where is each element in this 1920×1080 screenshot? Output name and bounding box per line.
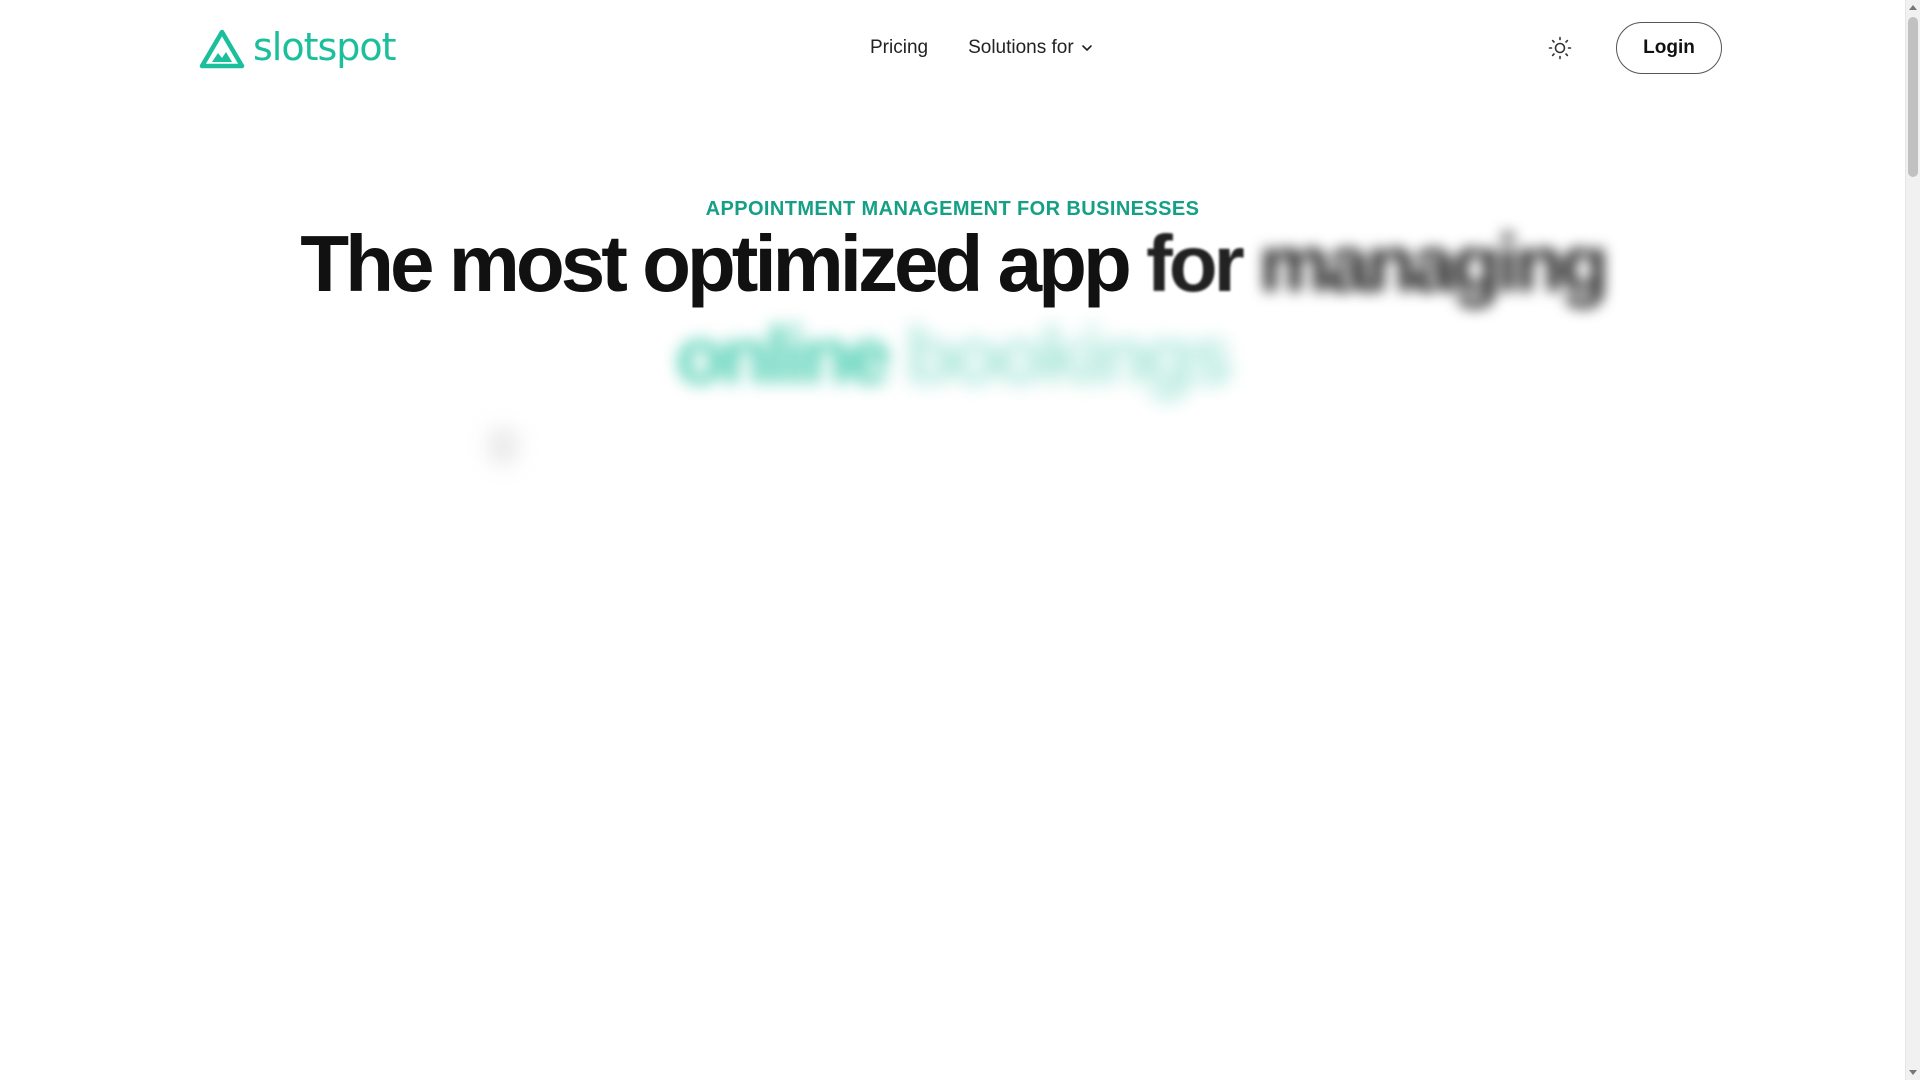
theme-toggle-button[interactable]: [1546, 34, 1574, 62]
logo-link[interactable]: slotspot: [199, 25, 397, 70]
scroll-up-arrow-icon[interactable]: [1909, 5, 1917, 10]
headline-text-4: online: [675, 311, 906, 400]
nav-solutions-dropdown[interactable]: Solutions for: [968, 37, 1094, 59]
scroll-down-arrow-icon[interactable]: [1909, 1070, 1917, 1075]
blurred-placeholder: [488, 428, 518, 464]
sun-icon: [1548, 36, 1572, 60]
main-nav: Pricing Solutions for: [870, 30, 1094, 66]
nav-solutions-label: Solutions for: [968, 37, 1074, 58]
scrollbar-thumb[interactable]: [1908, 17, 1918, 177]
headline-text-5: bookings: [905, 311, 1234, 400]
headline-text-2: for: [1146, 219, 1259, 308]
headline-text-3: managing: [1258, 219, 1609, 308]
page: slotspot Pricing Solutions for Login APP…: [0, 0, 1920, 1080]
chevron-down-icon: [1081, 45, 1092, 51]
hero-headline: The most optimized app for managing onli…: [0, 218, 1905, 402]
logo-text: slotspot: [253, 25, 397, 69]
headline-text-1: The most optimized app: [300, 219, 1147, 308]
nav-pricing[interactable]: Pricing: [870, 37, 928, 59]
site-header: slotspot Pricing Solutions for Login: [0, 0, 1905, 96]
login-button[interactable]: Login: [1616, 22, 1722, 74]
page-scrollbar[interactable]: [1905, 0, 1920, 1080]
triangle-mountain-icon: [199, 29, 245, 69]
